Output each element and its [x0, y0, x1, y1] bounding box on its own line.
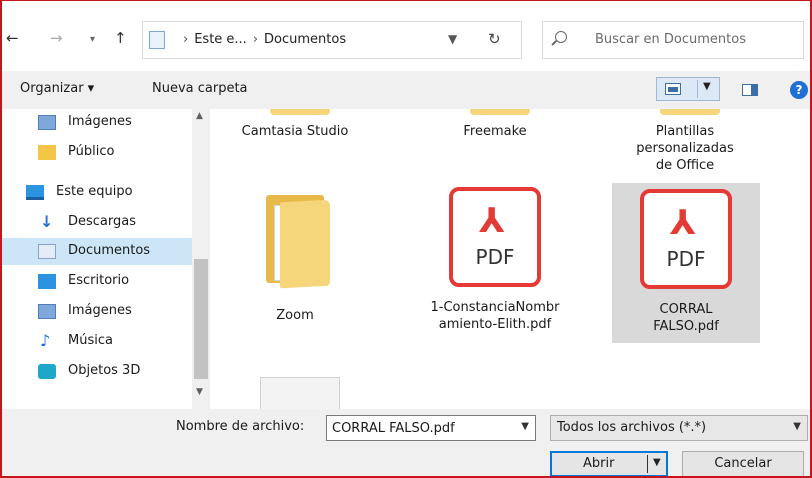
sidebar-item-documentos[interactable]: Documentos	[2, 238, 192, 265]
new-folder-button[interactable]: Nueva carpeta	[152, 81, 248, 96]
up-button[interactable]: ↑	[114, 29, 127, 47]
file-type-select[interactable]: Todos los archivos (*.*) ▼	[550, 415, 808, 441]
address-row: ← → ▾ ↑ › Este e... › Documentos ▼ ↻ Buscar…	[2, 1, 810, 71]
computer-icon	[26, 185, 44, 200]
music-icon	[38, 331, 56, 350]
documents-icon	[38, 244, 56, 259]
view-icon	[665, 83, 681, 95]
chevron-down-icon[interactable]: ▼	[521, 421, 529, 432]
breadcrumb-separator-icon: ›	[252, 32, 259, 47]
acrobat-logo-icon: ⅄	[479, 201, 505, 241]
folder-icon	[660, 109, 720, 115]
file-name: 1-ConstanciaNombramiento-Elith.pdf	[430, 300, 560, 332]
scroll-up-icon[interactable]: ▲	[196, 111, 203, 121]
filename-field[interactable]: ▼	[326, 415, 536, 441]
sidebar-item-imagenes-2[interactable]: Imágenes	[2, 298, 192, 325]
chevron-down-icon[interactable]: ▼	[653, 457, 661, 468]
file-type-value: Todos los archivos (*.*)	[557, 420, 707, 435]
file-name: CORRAL FALSO.pdf	[653, 302, 719, 334]
breadcrumb-documentos[interactable]: Documentos	[264, 32, 346, 47]
sidebar-item-label: Imágenes	[68, 114, 132, 129]
pdf-badge: PDF	[475, 245, 515, 269]
sidebar-item-label: Descargas	[68, 214, 137, 229]
scroll-down-icon[interactable]: ▼	[196, 387, 203, 397]
address-bar[interactable]: › Este e... › Documentos ▼ ↻	[142, 21, 522, 59]
sidebar-scrollbar[interactable]: ▲ ▼	[192, 109, 210, 409]
pictures-icon	[38, 304, 56, 319]
filename-label: Nombre de archivo:	[176, 419, 305, 434]
file-name: Freemake	[463, 124, 527, 139]
divider	[697, 80, 698, 98]
breadcrumb-separator-icon: ›	[183, 32, 189, 47]
cancel-button-label: Cancelar	[714, 456, 772, 471]
cancel-button[interactable]: Cancelar	[682, 451, 804, 476]
sidebar-item-musica[interactable]: Música	[2, 328, 192, 355]
search-box[interactable]: Buscar en Documentos	[542, 21, 804, 59]
pdf-file-icon: ⅄ PDF	[449, 187, 541, 287]
sidebar-item-label: Imágenes	[68, 303, 132, 318]
divider	[647, 455, 648, 473]
sidebar-item-escritorio[interactable]: Escritorio	[2, 268, 192, 295]
refresh-icon[interactable]: ↻	[488, 30, 501, 48]
chevron-down-icon[interactable]: ▼	[448, 32, 457, 46]
sidebar-item-label: Objetos 3D	[68, 363, 141, 378]
forward-button[interactable]: →	[50, 29, 63, 47]
sidebar-item-descargas[interactable]: Descargas	[2, 209, 192, 236]
preview-pane-icon[interactable]	[742, 84, 758, 96]
navigation-pane: Imágenes Público Este equipo Descargas D…	[2, 109, 210, 409]
scrollbar-thumb[interactable]	[194, 259, 208, 379]
folder-icon	[260, 191, 330, 289]
folder-icon	[270, 109, 330, 115]
command-bar: Organizar ▾ Nueva carpeta ▼ ?	[2, 71, 810, 109]
sidebar-item-label: Documentos	[68, 243, 151, 258]
chevron-down-icon[interactable]: ▼	[703, 81, 711, 92]
help-icon[interactable]: ?	[790, 81, 808, 99]
back-button[interactable]: ←	[6, 29, 19, 47]
file-item-constancia-pdf[interactable]: ⅄ PDF 1-ConstanciaNombramiento-Elith.pdf	[420, 187, 570, 333]
sidebar-item-objetos-3d[interactable]: Objetos 3D	[2, 358, 192, 385]
breadcrumb: › Este e... › Documentos	[177, 32, 346, 47]
sidebar-item-label: Música	[68, 333, 113, 348]
file-name: Camtasia Studio	[241, 124, 349, 139]
search-input[interactable]: Buscar en Documentos	[595, 32, 746, 47]
file-name-bar: Nombre de archivo: ▼ Todos los archivos …	[2, 409, 810, 476]
content-scrollbar[interactable]	[802, 109, 810, 409]
change-view-button[interactable]: ▼	[656, 77, 720, 101]
folder-front	[280, 199, 330, 289]
folder-icon	[38, 145, 56, 160]
acrobat-logo-icon: ⅄	[670, 203, 696, 243]
search-icon	[555, 31, 567, 43]
downloads-icon	[38, 212, 56, 231]
sidebar-item-imagenes[interactable]: Imágenes	[2, 109, 192, 136]
file-item-corral-falso-pdf[interactable]: ⅄ PDF CORRAL FALSO.pdf	[612, 183, 760, 343]
folder-item-plantillas[interactable]: Plantillas personalizadas de Office	[610, 109, 760, 174]
file-list: Camtasia Studio Freemake Plantillas pers…	[210, 109, 810, 409]
sidebar-item-label: Público	[68, 144, 115, 159]
organize-button[interactable]: Organizar ▾	[20, 81, 94, 96]
sidebar-item-label: Escritorio	[68, 273, 130, 288]
pdf-file-icon: ⅄ PDF	[640, 189, 732, 289]
file-item-partial[interactable]	[260, 377, 340, 409]
open-button[interactable]: Abrir ▼	[550, 451, 668, 476]
folder-item-camtasia[interactable]: Camtasia Studio	[220, 109, 370, 140]
file-open-dialog: ← → ▾ ↑ › Este e... › Documentos ▼ ↻ Buscar…	[0, 0, 812, 478]
folder-item-zoom[interactable]: Zoom	[220, 191, 370, 324]
open-button-label: Abrir	[583, 456, 615, 471]
sidebar-item-label: Este equipo	[56, 184, 133, 199]
desktop-icon	[38, 274, 56, 289]
folder-icon	[470, 109, 530, 115]
breadcrumb-this-pc[interactable]: Este e...	[194, 32, 247, 47]
documents-location-icon	[149, 31, 165, 49]
file-name: Plantillas personalizadas de Office	[636, 124, 734, 173]
folder-item-freemake[interactable]: Freemake	[420, 109, 570, 140]
3d-objects-icon	[38, 364, 56, 379]
pdf-badge: PDF	[666, 247, 706, 271]
sidebar-item-este-equipo[interactable]: Este equipo	[2, 179, 192, 206]
filename-input[interactable]	[332, 417, 512, 439]
file-name: Zoom	[276, 308, 314, 323]
sidebar-item-publico[interactable]: Público	[2, 139, 192, 166]
chevron-down-icon[interactable]: ▼	[793, 421, 801, 432]
pictures-icon	[38, 115, 56, 130]
recent-locations-button[interactable]: ▾	[90, 34, 95, 45]
